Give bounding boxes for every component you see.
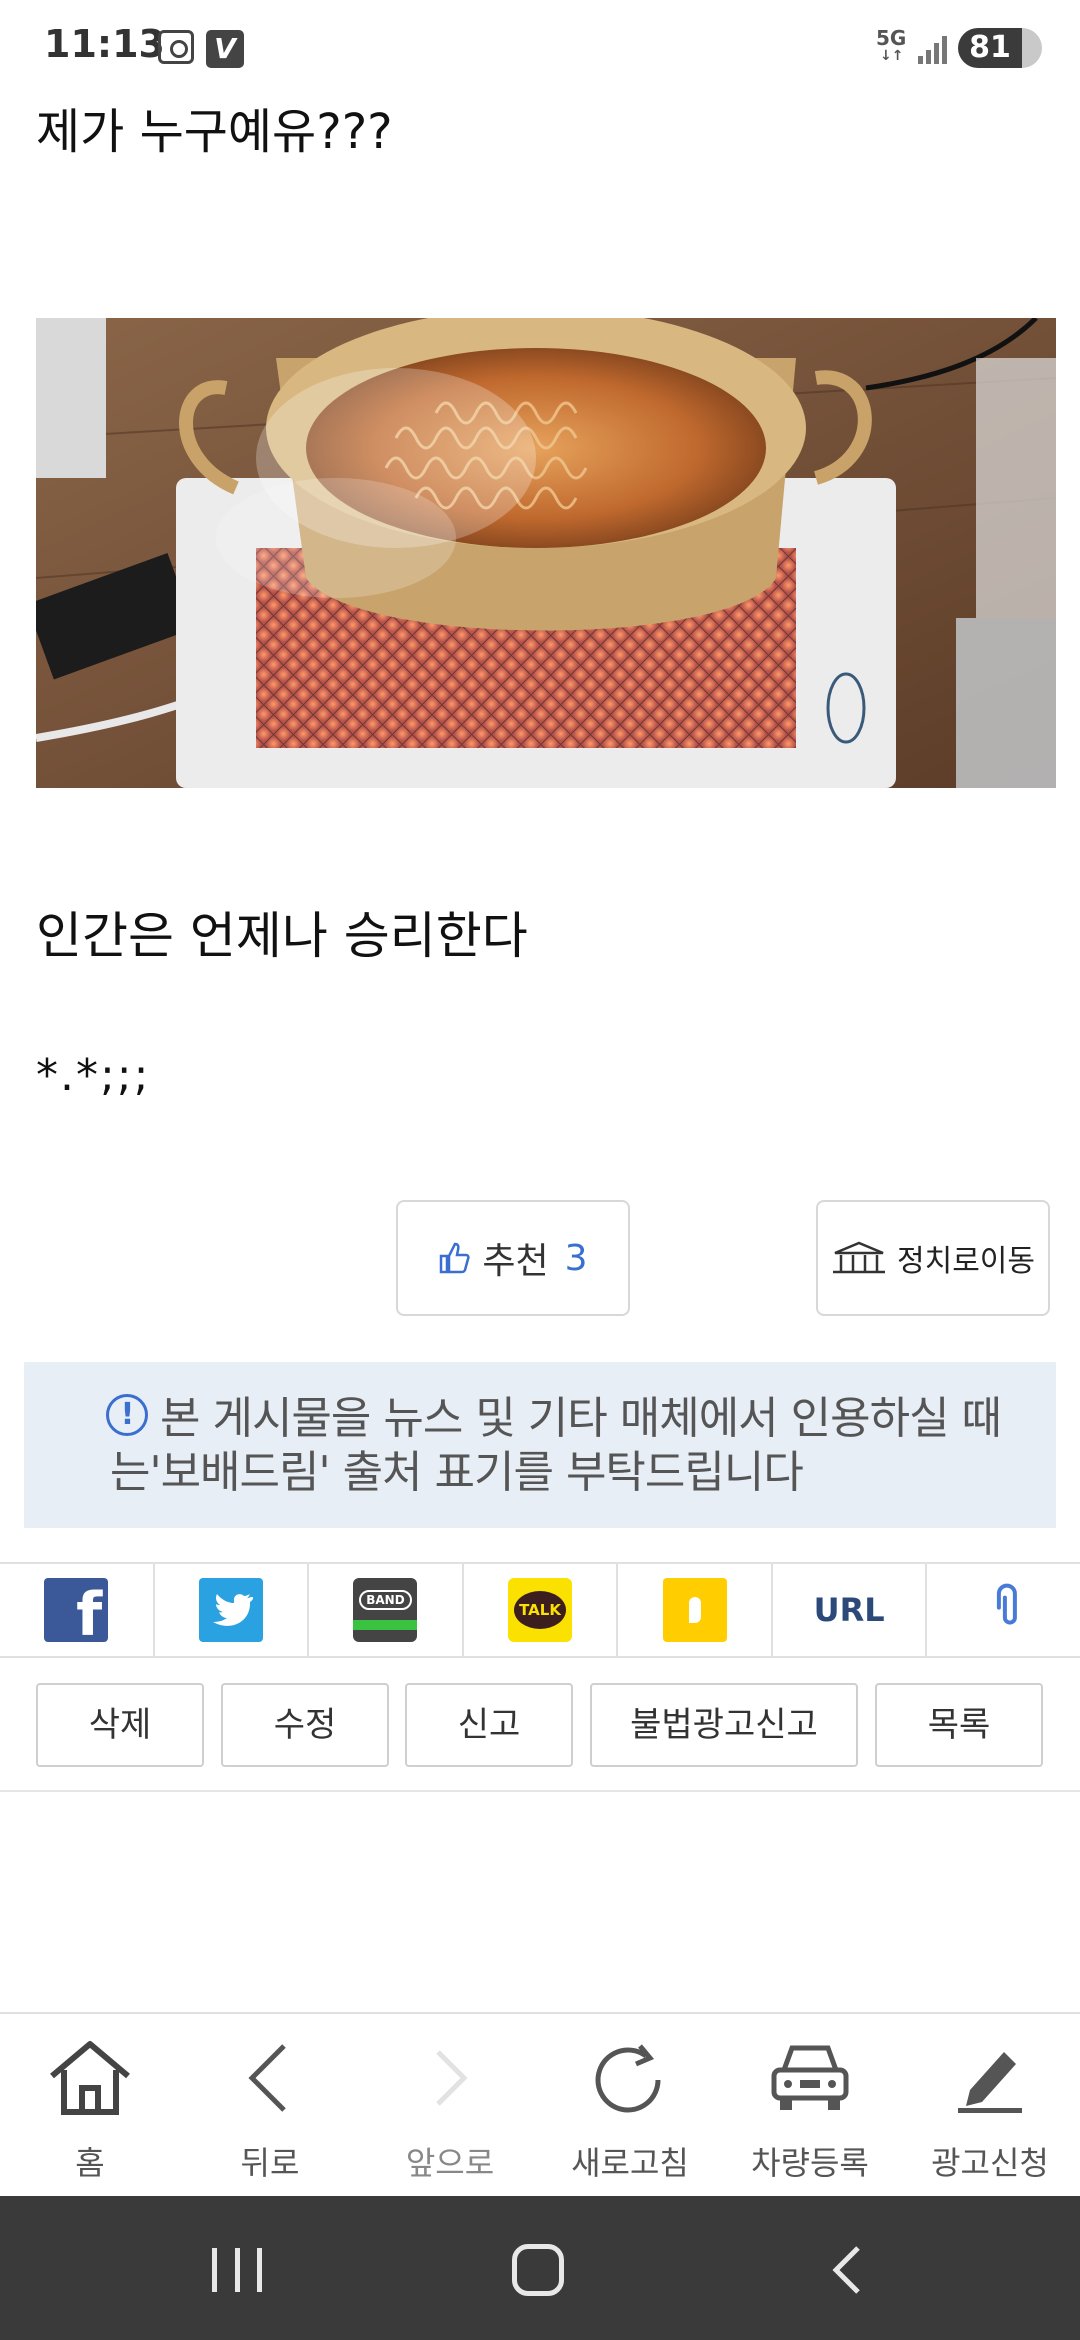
share-kakaotalk-button[interactable]: TALK: [464, 1564, 619, 1656]
twitter-icon: [198, 1578, 263, 1642]
nav-refresh-label: 새로고침: [571, 2144, 689, 2182]
ramen-pot-on-heater-photo: [36, 318, 1056, 788]
kakaostory-icon: [662, 1578, 727, 1642]
kakaotalk-icon: TALK: [508, 1578, 573, 1642]
share-kakaostory-button[interactable]: [618, 1564, 773, 1656]
share-facebook-button[interactable]: f: [0, 1564, 155, 1656]
system-navigation-bar: [0, 2196, 1080, 2340]
status-time: 11:13: [44, 22, 165, 66]
report-button[interactable]: 신고: [405, 1683, 573, 1767]
thumbs-up-icon: [440, 1242, 471, 1274]
nav-home-label: 홈: [75, 2144, 105, 2182]
network-5g-icon: 5G: [876, 28, 906, 66]
recommend-button[interactable]: 추천 3: [396, 1200, 630, 1316]
band-icon-text: BAND: [359, 1590, 412, 1610]
edit-button[interactable]: 수정: [221, 1683, 389, 1767]
nav-forward-label: 앞으로: [405, 2144, 495, 2182]
signal-icon: [918, 34, 948, 64]
post-text-line: *.*;;;: [36, 1050, 151, 1101]
recommend-label: 추천: [482, 1241, 549, 1282]
share-bar: f BAND TALK URL: [0, 1562, 1080, 1658]
recent-apps-icon[interactable]: [212, 2248, 262, 2292]
paperclip-icon: [967, 1574, 1040, 1647]
building-icon: [833, 1241, 885, 1274]
nav-back-label: 뒤로: [240, 2144, 300, 2182]
share-band-button[interactable]: BAND: [309, 1564, 464, 1656]
post-title: 제가 누구예유???: [36, 104, 393, 160]
system-home-icon[interactable]: [512, 2244, 564, 2296]
move-label: 정치로이동: [897, 1244, 1035, 1279]
nav-car-register[interactable]: 차량등록: [720, 2014, 900, 2198]
nav-car-register-label: 차량등록: [751, 2144, 869, 2182]
car-icon: [771, 2045, 849, 2110]
nav-ad-request-label: 광고신청: [931, 2144, 1049, 2182]
share-url-button[interactable]: URL: [773, 1564, 928, 1656]
chevron-right-icon: [436, 2050, 468, 2106]
post-text-line: 인간은 언제나 승리한다: [36, 907, 528, 965]
share-twitter-button[interactable]: [155, 1564, 310, 1656]
nav-ad-request[interactable]: 광고신청: [900, 2014, 1080, 2198]
info-icon: !: [106, 1394, 148, 1436]
battery-icon: 81: [958, 28, 1042, 68]
status-bar: 11:13 V 5G 81: [0, 0, 1080, 92]
home-icon: [50, 2041, 130, 2115]
refresh-icon: [595, 2044, 661, 2113]
move-to-politics-button[interactable]: 정치로이동: [816, 1200, 1050, 1316]
delete-button[interactable]: 삭제: [36, 1683, 204, 1767]
nav-forward[interactable]: 앞으로: [360, 2014, 540, 2198]
bottom-navigation: 홈 뒤로 앞으로 새로고침 차량등록 광고신청: [0, 2012, 1080, 2196]
system-back-icon[interactable]: [828, 2244, 864, 2296]
citation-notice: ! 본 게시물을 뉴스 및 기타 매체에서 인용하실 때는'보배드림' 출처 표…: [24, 1362, 1056, 1528]
band-icon: BAND: [353, 1578, 418, 1642]
share-attach-button[interactable]: [927, 1564, 1080, 1656]
list-button[interactable]: 목록: [875, 1683, 1043, 1767]
kakaotalk-icon-text: TALK: [514, 1591, 567, 1629]
recommend-count: 3: [564, 1237, 588, 1279]
facebook-icon: f: [44, 1578, 109, 1642]
illegal-ad-report-button[interactable]: 불법광고신고: [590, 1683, 858, 1767]
pencil-icon: [958, 2052, 1022, 2113]
post-image: [36, 318, 1056, 788]
screenshot-icon: [158, 30, 194, 64]
nav-refresh[interactable]: 새로고침: [540, 2014, 720, 2198]
chevron-left-icon: [248, 2044, 286, 2112]
url-label: URL: [813, 1591, 885, 1629]
notice-text: 본 게시물을 뉴스 및 기타 매체에서 인용하실 때는'보배드림' 출처 표기를…: [110, 1393, 1002, 1498]
nav-home[interactable]: 홈: [0, 2014, 180, 2198]
app-notification-icon: V: [206, 30, 244, 68]
post-actions: 삭제 수정 신고 불법광고신고 목록: [0, 1658, 1080, 1792]
nav-back[interactable]: 뒤로: [180, 2014, 360, 2198]
